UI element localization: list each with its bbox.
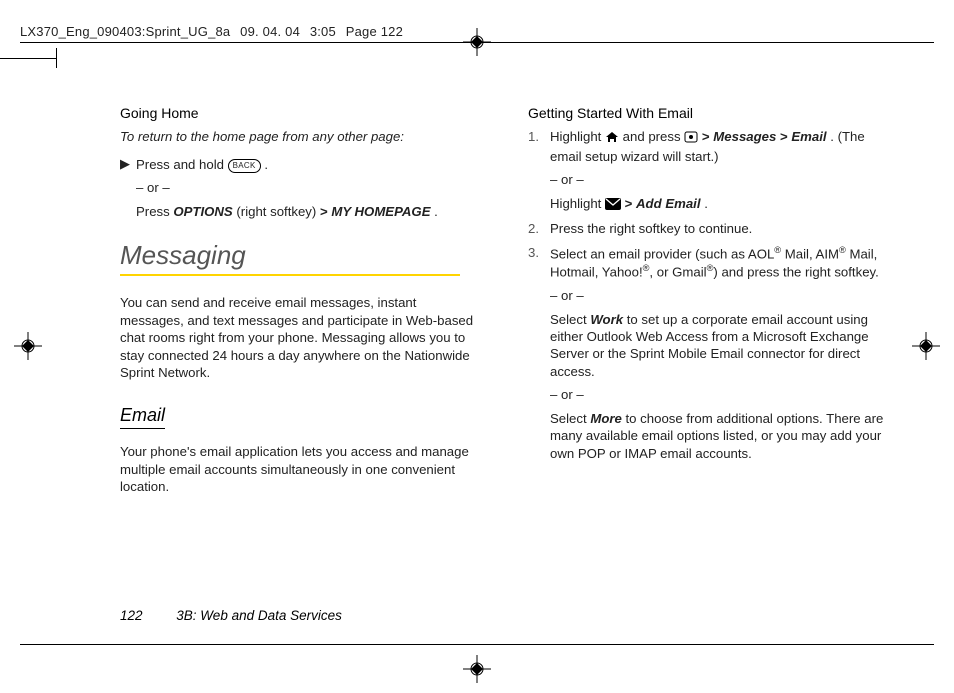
or-separator: – or – [550, 287, 888, 304]
header-page: Page 122 [346, 24, 403, 39]
gt-icon: > [320, 204, 328, 219]
gt-icon: > [702, 129, 710, 144]
step-number: 3. [528, 244, 550, 261]
options-label: OPTIONS [173, 204, 232, 219]
email-label: Email [791, 129, 826, 144]
registration-mark-icon [14, 332, 42, 360]
registration-mark-icon [463, 28, 491, 56]
footer-rule [20, 644, 934, 645]
header-job: LX370_Eng_090403:Sprint_UG_8a [20, 24, 230, 39]
messages-label: Messages [713, 129, 776, 144]
envelope-icon [605, 197, 621, 214]
getting-started-heading: Getting Started With Email [528, 104, 888, 122]
messaging-paragraph: You can send and receive email messages,… [120, 294, 480, 381]
ok-key-icon [684, 130, 698, 147]
cropmark-h [0, 58, 56, 59]
text: . [434, 204, 438, 219]
step-3-line1: Select an email provider (such as AOL® M… [550, 244, 888, 282]
registration-mark-icon [912, 332, 940, 360]
text: Highlight [550, 129, 605, 144]
page: LX370_Eng_090403:Sprint_UG_8a 09. 04. 04… [0, 0, 954, 693]
step-body: Press the right softkey to continue. [550, 220, 888, 237]
step-3-more: Select More to choose from additional op… [550, 410, 888, 462]
home-icon [605, 130, 619, 147]
messaging-heading: Messaging [120, 238, 480, 272]
or-separator: – or – [550, 386, 888, 403]
text: Select [550, 411, 590, 426]
add-email-label: Add Email [636, 196, 700, 211]
triangle-bullet-icon: ▶ [120, 156, 136, 172]
step-body: Select an email provider (such as AOL® M… [550, 244, 888, 462]
section-title: 3B: Web and Data Services [176, 608, 342, 623]
text: and press [623, 129, 685, 144]
step-alt: Press OPTIONS (right softkey) > MY HOMEP… [136, 203, 480, 220]
or-separator: – or – [136, 179, 480, 196]
step-number: 1. [528, 128, 550, 145]
page-number: 122 [120, 608, 143, 623]
step-1: 1. Highlight and press > Messages > Emai… [528, 128, 888, 214]
header-time: 3:05 [310, 24, 336, 39]
content-columns: Going Home To return to the home page fr… [120, 98, 890, 658]
going-home-heading: Going Home [120, 104, 480, 122]
header-date: 09. 04. 04 [240, 24, 300, 39]
text: . [264, 157, 268, 172]
work-label: Work [590, 312, 623, 327]
gt-icon: > [780, 129, 788, 144]
step-number: 2. [528, 220, 550, 237]
yellow-underline [120, 274, 460, 276]
step-body: Highlight and press > Messages > Email .… [550, 128, 888, 214]
cropmark-v [56, 48, 57, 68]
email-paragraph: Your phone's email application lets you … [120, 443, 480, 495]
registration-mark-icon [463, 655, 491, 683]
step-3-work: Select Work to set up a corporate email … [550, 311, 888, 381]
page-footer: 122 3B: Web and Data Services [120, 608, 342, 623]
step-3: 3. Select an email provider (such as AOL… [528, 244, 888, 462]
back-key-icon: BACK [228, 159, 261, 173]
or-separator: – or – [550, 171, 888, 188]
text: . [704, 196, 708, 211]
right-column: Getting Started With Email 1. Highlight … [528, 98, 888, 658]
more-label: More [590, 411, 622, 426]
step-press-hold: ▶ Press and hold BACK . – or – Press OPT… [120, 156, 480, 220]
text: Press and hold [136, 157, 228, 172]
left-column: Going Home To return to the home page fr… [120, 98, 480, 658]
email-heading: Email [120, 404, 165, 430]
text: Highlight [550, 196, 605, 211]
text: Select [550, 312, 590, 327]
going-home-intro: To return to the home page from any othe… [120, 128, 480, 145]
text: (right softkey) [236, 204, 320, 219]
step-2: 2. Press the right softkey to continue. [528, 220, 888, 237]
step-1-alt: Highlight > Add Email . [550, 195, 888, 214]
myhomepage-label: MY HOMEPAGE [331, 204, 430, 219]
text: Press [136, 204, 173, 219]
gt-icon: > [625, 196, 633, 211]
step-body: Press and hold BACK . – or – Press OPTIO… [136, 156, 480, 220]
